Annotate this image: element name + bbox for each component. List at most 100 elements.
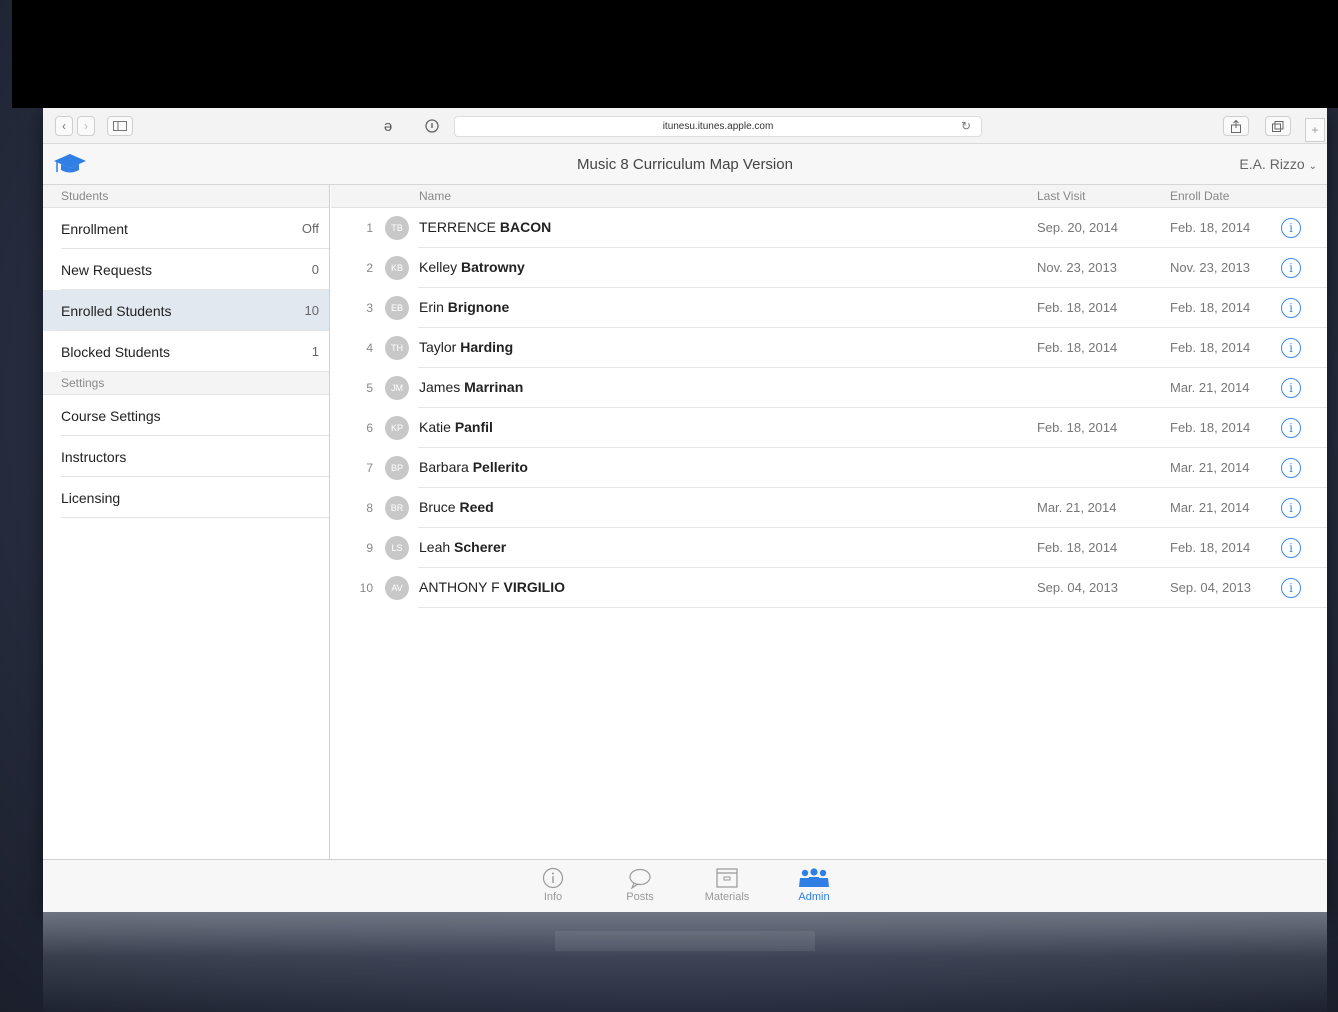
window-reflection: [43, 912, 1327, 1012]
sidebar-item-enrolled-students[interactable]: Enrolled Students 10: [43, 290, 329, 331]
student-name[interactable]: Leah Scherer: [419, 539, 506, 555]
sidebar-item-new-requests[interactable]: New Requests 0: [43, 249, 329, 290]
student-name[interactable]: Bruce Reed: [419, 499, 494, 515]
table-row[interactable]: 9 LS Leah Scherer Feb. 18, 2014 Feb. 18, 201…: [331, 528, 1327, 568]
tab-materials[interactable]: Materials: [692, 865, 762, 903]
table-row[interactable]: 8 BR Bruce Reed Mar. 21, 2014 Mar. 21, 2014 i: [331, 488, 1327, 528]
info-icon[interactable]: i: [1281, 498, 1301, 518]
column-name[interactable]: Name: [419, 189, 451, 203]
row-number: 8: [366, 501, 373, 515]
first-name: Kelley: [419, 259, 458, 275]
sidebar-item-label: New Requests: [61, 261, 153, 278]
sidebar-item-licensing[interactable]: Licensing: [43, 477, 329, 518]
slide-background-top: [12, 0, 1338, 108]
last-name: Scherer: [454, 539, 507, 555]
enroll-date: Mar. 21, 2014: [1170, 380, 1250, 395]
column-enroll-date[interactable]: Enroll Date: [1170, 189, 1229, 203]
student-name[interactable]: Kelley Batrowny: [419, 259, 525, 275]
privacy-icon[interactable]: [419, 116, 445, 136]
avatar: KP: [385, 416, 409, 440]
people-icon: [799, 868, 829, 887]
first-name: James: [419, 379, 461, 395]
user-menu[interactable]: E.A. Rizzo ⌄: [1239, 156, 1317, 172]
sidebar-item-blocked-students[interactable]: Blocked Students 1: [43, 331, 329, 372]
table-row[interactable]: 3 EB Erin Brignone Feb. 18, 2014 Feb. 18, 20…: [331, 288, 1327, 328]
table-row[interactable]: 5 JM James Marrinan Mar. 21, 2014 i: [331, 368, 1327, 408]
share-button[interactable]: [1223, 116, 1249, 136]
student-name[interactable]: James Marrinan: [419, 379, 523, 395]
first-name: Katie: [419, 419, 451, 435]
first-name: Taylor: [419, 339, 457, 355]
student-name[interactable]: ANTHONY F VIRGILIO: [419, 579, 565, 595]
info-icon[interactable]: i: [1281, 218, 1301, 238]
table-row[interactable]: 7 BP Barbara Pellerito Mar. 21, 2014 i: [331, 448, 1327, 488]
table-row[interactable]: 1 TB TERRENCE BACON Sep. 20, 2014 Feb. 18, 2…: [331, 208, 1327, 248]
sidebar-item-enrollment[interactable]: Enrollment Off: [43, 208, 329, 249]
new-tab-button[interactable]: +: [1305, 118, 1325, 142]
info-icon[interactable]: i: [1281, 578, 1301, 598]
avatar: EB: [385, 296, 409, 320]
sidebar-item-label: Blocked Students: [61, 343, 170, 360]
back-button[interactable]: ‹: [55, 116, 73, 136]
bottom-tab-bar: Info Posts Materials Admin: [43, 859, 1327, 912]
enroll-date: Feb. 18, 2014: [1170, 420, 1251, 435]
last-name: Batrowny: [461, 259, 525, 275]
sidebar-item-course-settings[interactable]: Course Settings: [43, 395, 329, 436]
row-number: 6: [366, 421, 373, 435]
student-name[interactable]: Barbara Pellerito: [419, 459, 528, 475]
ie-icon[interactable]: ə: [375, 116, 401, 136]
info-icon[interactable]: i: [1281, 338, 1301, 358]
user-name: E.A. Rizzo: [1239, 156, 1305, 172]
table-row[interactable]: 6 KP Katie Panfil Feb. 18, 2014 Feb. 18, 201…: [331, 408, 1327, 448]
column-last-visit[interactable]: Last Visit: [1037, 189, 1085, 203]
avatar: LS: [385, 536, 409, 560]
first-name: TERRENCE: [419, 219, 497, 235]
student-name[interactable]: Taylor Harding: [419, 339, 513, 355]
tab-info[interactable]: Info: [518, 865, 588, 903]
table-row[interactable]: 2 KB Kelley Batrowny Nov. 23, 2013 Nov. 23, …: [331, 248, 1327, 288]
enroll-date: Feb. 18, 2014: [1170, 300, 1251, 315]
url-bar[interactable]: itunesu.itunes.apple.com: [454, 116, 982, 137]
table-row[interactable]: 4 TH Taylor Harding Feb. 18, 2014 Feb. 18, 2…: [331, 328, 1327, 368]
last-visit: Sep. 04, 2013: [1037, 580, 1118, 595]
forward-button[interactable]: ›: [77, 116, 95, 136]
student-name[interactable]: Erin Brignone: [419, 299, 509, 315]
sidebar-item-label: Enrolled Students: [61, 302, 172, 319]
student-name[interactable]: Katie Panfil: [419, 419, 493, 435]
sidebar-item-label: Licensing: [61, 489, 121, 506]
tab-admin[interactable]: Admin: [779, 865, 849, 903]
avatar: TH: [385, 336, 409, 360]
sidebar-toggle-button[interactable]: [107, 116, 133, 136]
info-icon[interactable]: i: [1281, 378, 1301, 398]
reflection-ghost: [43, 918, 1327, 961]
reload-icon[interactable]: ↻: [957, 116, 975, 136]
enroll-date: Feb. 18, 2014: [1170, 540, 1251, 555]
info-icon[interactable]: i: [1281, 258, 1301, 278]
sidebar: Students Enrollment Off New Requests 0 E…: [43, 185, 330, 859]
enroll-date: Feb. 18, 2014: [1170, 220, 1251, 235]
last-visit: Feb. 18, 2014: [1037, 420, 1118, 435]
table-row[interactable]: 10 AV ANTHONY F VIRGILIO Sep. 04, 2013 Sep. …: [331, 568, 1327, 608]
info-icon[interactable]: i: [1281, 538, 1301, 558]
tabs-button[interactable]: [1265, 116, 1291, 136]
enroll-date: Mar. 21, 2014: [1170, 500, 1250, 515]
info-icon[interactable]: i: [1281, 458, 1301, 478]
sidebar-item-label: Course Settings: [61, 407, 161, 424]
column-header: Name Last Visit Enroll Date: [331, 185, 1327, 208]
last-visit: Nov. 23, 2013: [1037, 260, 1117, 275]
first-name: Erin: [419, 299, 444, 315]
last-visit: Feb. 18, 2014: [1037, 300, 1118, 315]
row-number: 7: [366, 461, 373, 475]
speech-bubble-icon: [629, 868, 651, 889]
tab-posts[interactable]: Posts: [605, 865, 675, 903]
student-name[interactable]: TERRENCE BACON: [419, 219, 551, 235]
info-icon[interactable]: i: [1281, 418, 1301, 438]
course-title: Music 8 Curriculum Map Version: [577, 156, 793, 173]
enroll-date: Feb. 18, 2014: [1170, 340, 1251, 355]
last-visit: Mar. 21, 2014: [1037, 500, 1117, 515]
row-number: 1: [366, 221, 373, 235]
first-name: ANTHONY F: [419, 579, 500, 595]
sidebar-item-instructors[interactable]: Instructors: [43, 436, 329, 477]
info-icon[interactable]: i: [1281, 298, 1301, 318]
student-list: Name Last Visit Enroll Date 1 TB TERRENCE …: [331, 185, 1327, 859]
